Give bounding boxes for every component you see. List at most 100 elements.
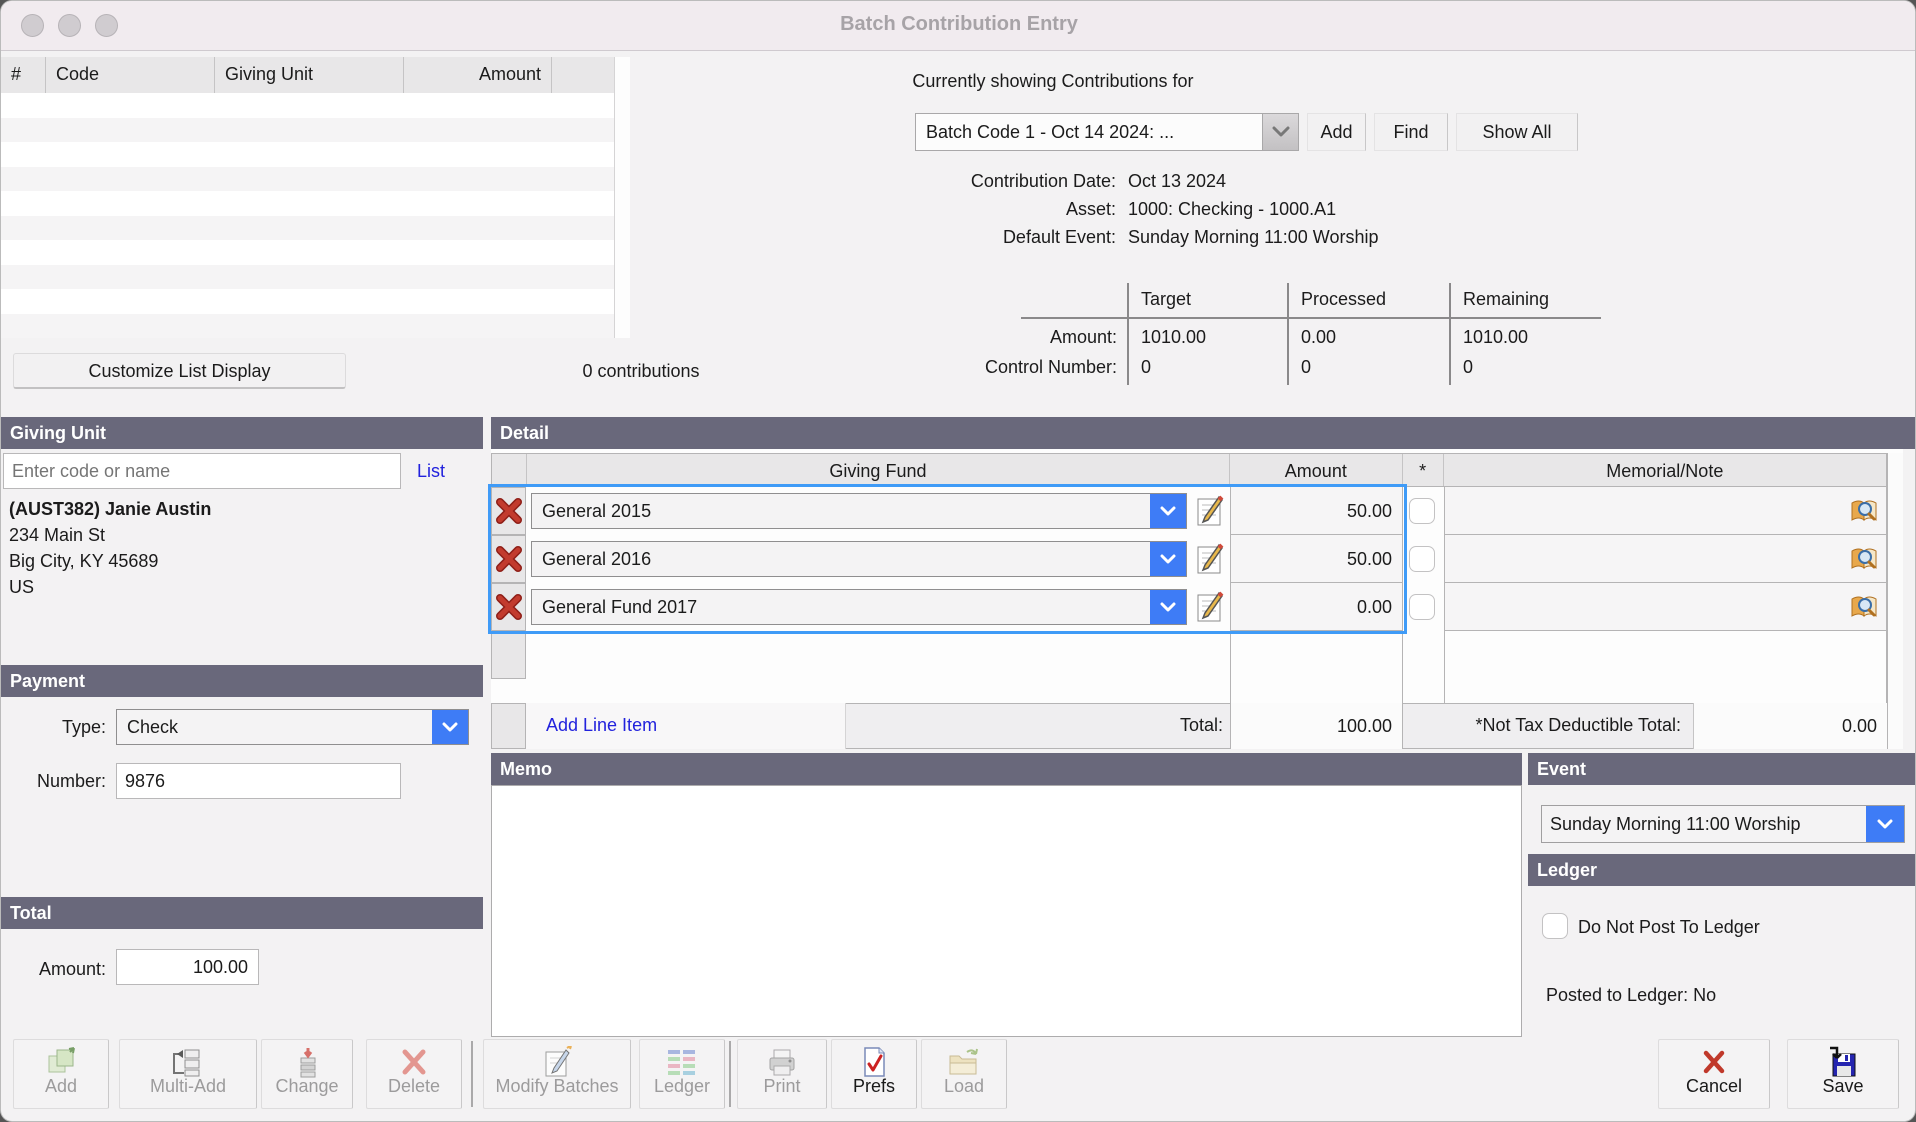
asset-label: Asset:	[796, 199, 1116, 220]
payment-number-input[interactable]	[116, 763, 401, 799]
memo-textarea[interactable]	[491, 785, 1522, 1037]
summary-col-processed: Processed	[1301, 289, 1386, 310]
giving-unit-search-input[interactable]	[3, 453, 401, 489]
batch-show-all-button[interactable]: Show All	[1456, 113, 1578, 151]
delete-line-button[interactable]	[491, 535, 526, 583]
delete-icon	[399, 1046, 429, 1078]
list-scrollbar[interactable]	[614, 57, 630, 338]
default-event-label: Default Event:	[796, 227, 1116, 248]
ledger-button[interactable]: Ledger	[639, 1039, 725, 1109]
summary-amount-remaining: 1010.00	[1463, 327, 1528, 348]
line-amount-cell[interactable]: 50.00	[1230, 487, 1403, 535]
batch-find-button[interactable]: Find	[1374, 113, 1448, 151]
customize-list-display-button[interactable]: Customize List Display	[13, 353, 346, 389]
ntd-total-value: 0.00	[1693, 703, 1887, 749]
payment-type-select[interactable]: Check	[116, 709, 469, 745]
batch-selector[interactable]: Batch Code 1 - Oct 14 2024: ...	[915, 113, 1299, 151]
add-line-item-link[interactable]: Add Line Item	[546, 715, 657, 736]
contribution-count: 0 contributions	[541, 361, 741, 382]
cancel-icon	[1699, 1046, 1729, 1078]
do-not-post-checkbox[interactable]	[1542, 913, 1568, 939]
giving-fund-value: General 2016	[532, 549, 1150, 570]
memorial-book-icon	[1849, 498, 1879, 524]
payment-number-label: Number:	[1, 771, 106, 792]
edit-fund-button[interactable]	[1195, 543, 1225, 580]
change-button[interactable]: Change	[261, 1039, 353, 1109]
giving-fund-select[interactable]: General 2016	[531, 541, 1187, 577]
giving-unit-section-header: Giving Unit	[1, 417, 483, 449]
giving-unit-list-link[interactable]: List	[417, 461, 445, 482]
ledger-icon	[665, 1046, 699, 1078]
default-event-value: Sunday Morning 11:00 Worship	[1128, 227, 1378, 248]
cancel-button[interactable]: Cancel	[1658, 1039, 1770, 1109]
event-select[interactable]: Sunday Morning 11:00 Worship	[1541, 805, 1905, 843]
summary-amount-target: 1010.00	[1141, 327, 1206, 348]
col-amount[interactable]: Amount	[404, 57, 552, 93]
not-tax-deductible-checkbox[interactable]	[1409, 594, 1435, 620]
chevron-down-icon[interactable]	[1150, 590, 1186, 624]
batch-selector-value: Batch Code 1 - Oct 14 2024: ...	[916, 122, 1262, 143]
not-tax-deductible-checkbox[interactable]	[1409, 498, 1435, 524]
line-amount-cell[interactable]: 0.00	[1230, 583, 1403, 631]
multi-add-button[interactable]: Multi-Add	[119, 1039, 257, 1109]
detail-col-amount: Amount	[1230, 454, 1403, 486]
delete-button[interactable]: Delete	[366, 1039, 462, 1109]
print-button[interactable]: Print	[737, 1039, 827, 1109]
modify-batches-button[interactable]: Modify Batches	[483, 1039, 631, 1109]
batch-heading: Currently showing Contributions for	[853, 71, 1253, 92]
chevron-down-icon[interactable]	[1150, 542, 1186, 576]
memorial-note-cell[interactable]	[1444, 535, 1887, 583]
add-button[interactable]: Add	[13, 1039, 109, 1109]
prefs-button[interactable]: Prefs	[831, 1039, 917, 1109]
memorial-lookup-button[interactable]	[1849, 498, 1879, 529]
save-button[interactable]: Save	[1787, 1039, 1899, 1109]
giving-unit-name: (AUST382) Janie Austin	[9, 499, 211, 520]
memorial-book-icon	[1849, 594, 1879, 620]
load-button[interactable]: Load	[921, 1039, 1007, 1109]
prefs-icon	[860, 1046, 888, 1078]
giving-fund-select[interactable]: General 2015	[531, 493, 1187, 529]
col-giving-unit[interactable]: Giving Unit	[215, 57, 404, 93]
chevron-down-icon[interactable]	[1262, 114, 1298, 150]
chevron-down-icon[interactable]	[1866, 806, 1904, 842]
not-tax-deductible-checkbox[interactable]	[1409, 546, 1435, 572]
line-amount-cell[interactable]: 50.00	[1230, 535, 1403, 583]
delete-line-button[interactable]	[491, 583, 526, 631]
summary-control-remaining: 0	[1463, 357, 1473, 378]
memorial-lookup-button[interactable]	[1849, 594, 1879, 625]
total-amount-input[interactable]	[116, 949, 259, 985]
memorial-lookup-button[interactable]	[1849, 546, 1879, 577]
do-not-post-label: Do Not Post To Ledger	[1578, 917, 1760, 938]
edit-fund-button[interactable]	[1195, 591, 1225, 628]
delete-line-button[interactable]	[491, 487, 526, 535]
contribution-list-body[interactable]	[1, 93, 614, 338]
giving-fund-value: General 2015	[532, 501, 1150, 522]
giving-unit-address-line3: US	[9, 577, 34, 598]
print-icon	[766, 1046, 798, 1078]
detail-scrollbar[interactable]	[1887, 453, 1903, 749]
detail-table-header: Giving Fund Amount * Memorial/Note	[491, 453, 1887, 487]
col-code[interactable]: Code	[46, 57, 215, 93]
giving-unit-address-line2: Big City, KY 45689	[9, 551, 158, 572]
chevron-down-icon[interactable]	[432, 710, 468, 744]
delete-line-icon	[496, 546, 522, 572]
chevron-down-icon[interactable]	[1150, 494, 1186, 528]
edit-pencil-icon	[1195, 591, 1225, 623]
change-icon	[293, 1046, 321, 1078]
memorial-note-cell[interactable]	[1444, 487, 1887, 535]
summary-amount-processed: 0.00	[1301, 327, 1336, 348]
col-number[interactable]: #	[1, 57, 46, 93]
col-blank	[552, 57, 614, 93]
detail-col-giving-fund: Giving Fund	[527, 454, 1230, 486]
giving-fund-select[interactable]: General Fund 2017	[531, 589, 1187, 625]
giving-unit-address-line1: 234 Main St	[9, 525, 105, 546]
contribution-list-header: # Code Giving Unit Amount	[1, 57, 614, 93]
batch-contribution-entry-window: Batch Contribution Entry # Code Giving U…	[0, 0, 1916, 1122]
memorial-note-cell[interactable]	[1444, 583, 1887, 631]
summary-control-processed: 0	[1301, 357, 1311, 378]
total-amount-label: Amount:	[1, 959, 106, 980]
payment-type-value: Check	[117, 717, 432, 738]
batch-add-button[interactable]: Add	[1307, 113, 1366, 151]
summary-control-label: Control Number:	[897, 357, 1117, 378]
edit-fund-button[interactable]	[1195, 495, 1225, 532]
